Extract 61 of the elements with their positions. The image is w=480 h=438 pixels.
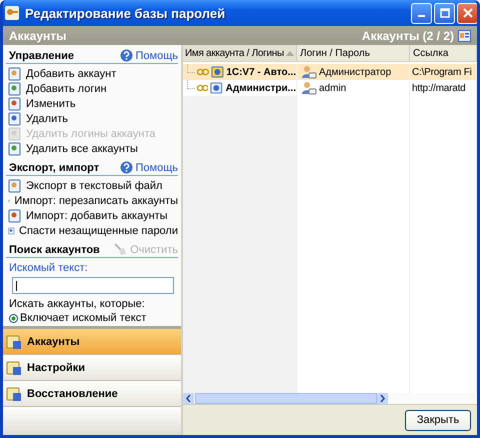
column-header[interactable]: Логин / Пароль (297, 45, 410, 61)
task-link[interactable]: Экспорт в текстовый файл (6, 178, 178, 193)
broom-icon (113, 243, 128, 256)
help-icon (120, 49, 132, 62)
field-label: Искомый текст: (8, 261, 89, 274)
navigation-button[interactable]: Настройки (3, 355, 181, 381)
maximize-icon (440, 8, 450, 18)
search-field[interactable] (12, 277, 174, 294)
close-button[interactable] (457, 2, 477, 24)
help-link[interactable]: Помощь (120, 161, 178, 174)
radio-label: Включает искомый текст (20, 312, 146, 324)
task-link[interactable]: Удалить все аккаунты (6, 141, 178, 156)
user-icon (301, 64, 317, 80)
minimize-icon (418, 15, 425, 17)
window-title: Редактирование базы паролей (25, 6, 226, 20)
chain-icon (196, 68, 209, 76)
scroll-right-icon[interactable] (377, 393, 388, 404)
application-icon (210, 80, 224, 96)
column-header[interactable]: Ссылка (410, 45, 477, 61)
login-text: Администратор (319, 66, 392, 78)
account-name: Администри... (226, 82, 296, 94)
task-link[interactable]: Импорт: перезаписать аккаунты (6, 193, 178, 208)
user-icon (301, 80, 317, 96)
link-text: C:\Program Fi (412, 66, 472, 78)
section-title: Управление (9, 50, 74, 62)
contact-card-icon[interactable] (458, 30, 471, 42)
header-title: Аккаунты (9, 28, 68, 42)
folder-icon (6, 334, 22, 350)
sort-arrow-icon (286, 50, 294, 56)
task-link[interactable]: Добавить логин (6, 81, 178, 96)
task-link[interactable]: Импорт: добавить аккаунты (6, 208, 178, 223)
task-link[interactable]: Изменить (6, 96, 178, 111)
help-icon (120, 161, 132, 174)
minimize-button[interactable] (411, 2, 432, 24)
maximize-button[interactable] (434, 2, 455, 24)
radio-button[interactable] (9, 314, 18, 322)
section-title: Экспорт, импорт (9, 162, 100, 174)
horizontal-scrollbar[interactable] (183, 393, 477, 404)
task-link[interactable]: Спасти незащищенные пароли (6, 223, 178, 238)
scrollbar-thumb[interactable] (195, 393, 377, 404)
navigation-button[interactable]: Аккаунты (3, 329, 181, 355)
account-name: 1C:V7 - Авто... (226, 66, 296, 78)
login-text: admin (319, 82, 346, 94)
account-count: Аккаунты (2 / 2) (362, 28, 454, 42)
section-title: Поиск аккаунтов (9, 244, 100, 256)
column-header[interactable]: Имя аккаунта / Логины (183, 45, 297, 61)
link-text: http://maratd (412, 82, 466, 94)
filter-label: Искать аккаунты, которые: (8, 297, 146, 310)
task-link[interactable]: Удалить (6, 111, 178, 126)
folder-icon (6, 360, 22, 376)
task-link[interactable]: Добавить аккаунт (6, 66, 178, 81)
table-row[interactable]: 1C:V7 - Авто... Администратор C:\Program Fi (183, 64, 477, 80)
close-icon (462, 8, 472, 18)
chain-icon (196, 84, 208, 92)
close-dialog-button[interactable]: Закрыть (405, 410, 471, 430)
navigation-button[interactable]: Восстановление (3, 381, 181, 407)
help-link[interactable]: Помощь (120, 49, 178, 62)
folder-icon (6, 386, 22, 402)
application-icon (210, 64, 224, 80)
key-icon (4, 5, 20, 21)
scroll-left-icon[interactable] (183, 393, 194, 404)
